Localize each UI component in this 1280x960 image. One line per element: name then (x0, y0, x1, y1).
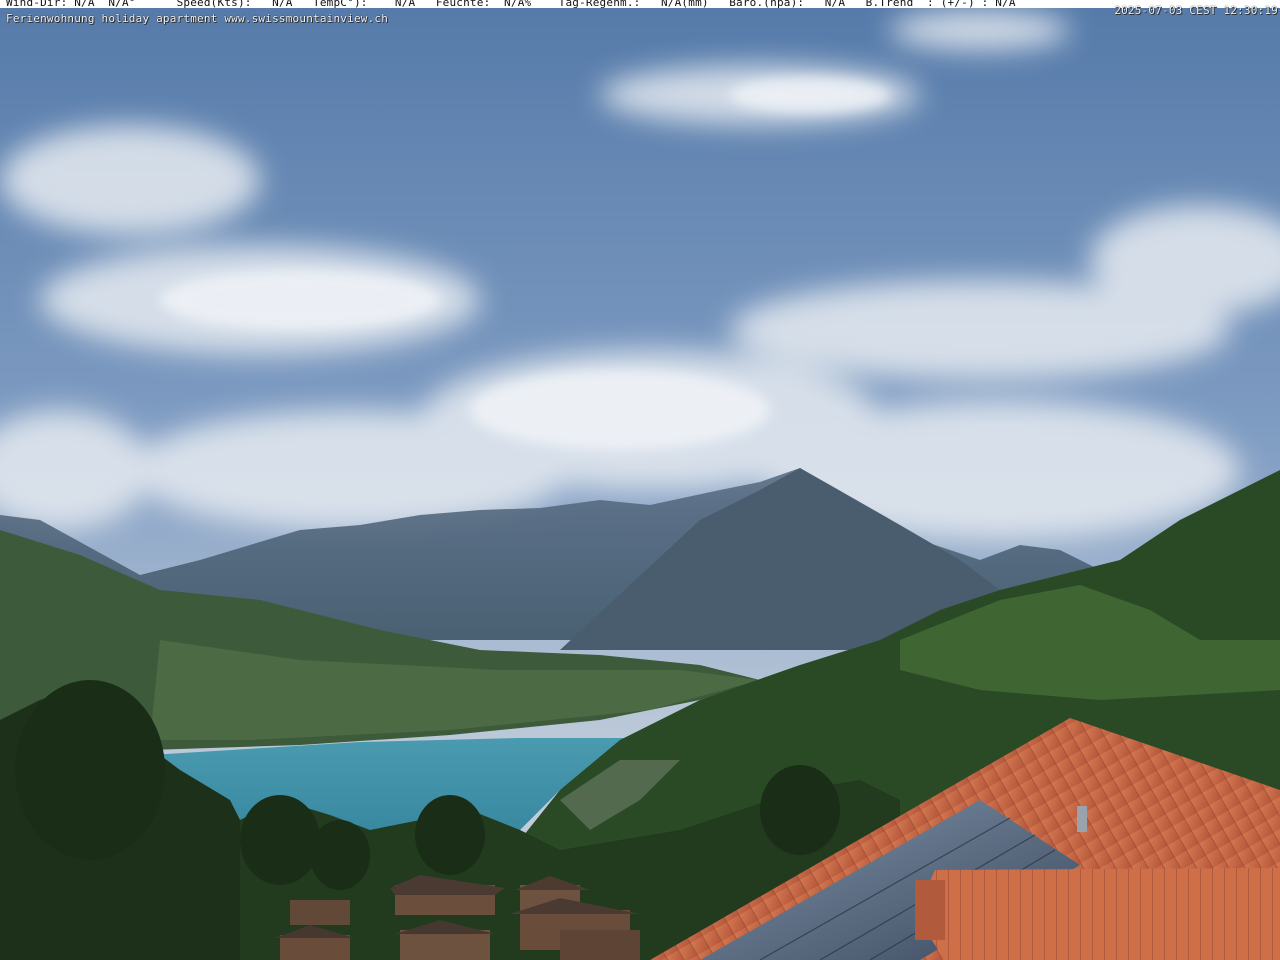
caption: Ferienwohnung holiday apartment www.swis… (6, 12, 389, 25)
landscape-image (0, 0, 1280, 960)
weather-info-line: Wind-Dir: N/A N/A° Speed(Kts): N/A TempC… (6, 0, 1016, 9)
webcam-frame: Wind-Dir: N/A N/A° Speed(Kts): N/A TempC… (0, 0, 1280, 960)
timestamp: 2025-07-03 CEST 12:30:19 (1114, 4, 1278, 17)
lower-roof (915, 868, 1280, 960)
